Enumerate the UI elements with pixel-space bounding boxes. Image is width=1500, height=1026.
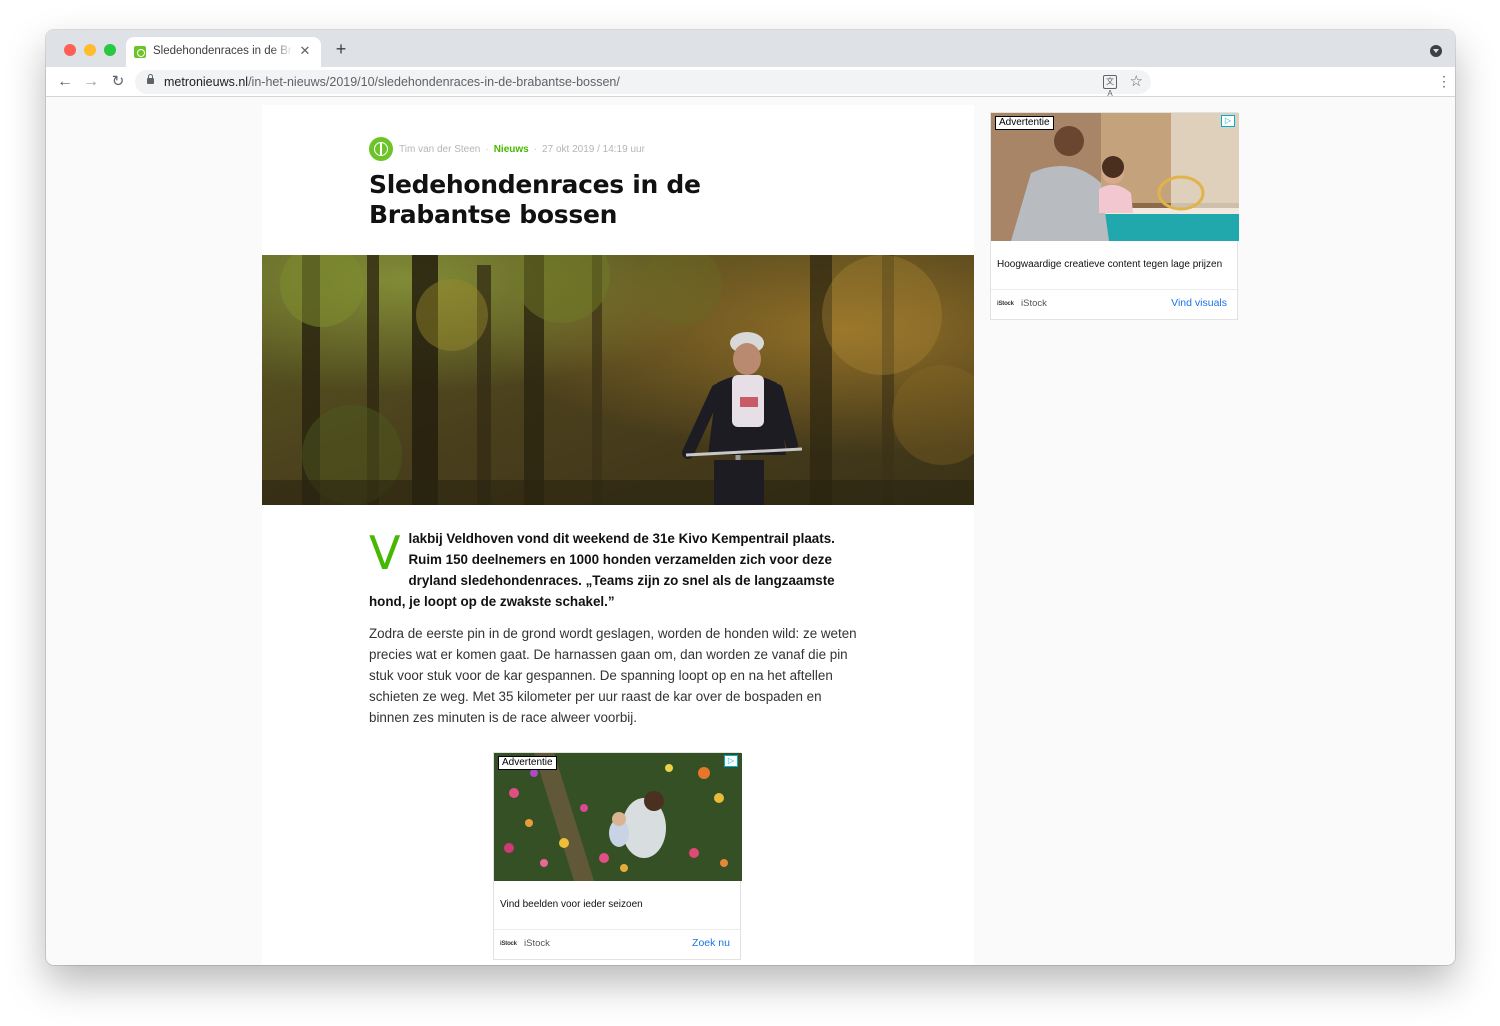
browser-toolbar: ← → ↻ metronieuws.nl/in-het-nieuws/2019/…	[46, 67, 1455, 98]
tab-active[interactable]: Sledehondenraces in de Brabantse bossen …	[126, 37, 321, 67]
byline-separator: ·	[485, 143, 489, 155]
bookmark-star-icon[interactable]: ☆	[1130, 72, 1143, 90]
minimize-window-button[interactable]	[84, 44, 96, 56]
maximize-window-button[interactable]	[104, 44, 116, 56]
new-tab-button[interactable]: +	[332, 40, 350, 58]
url-path: /in-het-nieuws/2019/10/sledehondenraces-…	[248, 75, 620, 89]
mountain-biker-forest-photo	[262, 255, 974, 505]
istock-logo: iStock	[997, 301, 1014, 307]
tab-title: Sledehondenraces in de Brabantse bossen	[153, 45, 293, 57]
url-text[interactable]: metronieuws.nl/in-het-nieuws/2019/10/sle…	[164, 75, 620, 89]
browser-window: Sledehondenraces in de Brabantse bossen …	[46, 30, 1455, 965]
adchoices-icon[interactable]: ▷	[724, 755, 738, 767]
back-button[interactable]: ←	[55, 72, 75, 92]
tab-strip: Sledehondenraces in de Brabantse bossen …	[46, 30, 1455, 67]
istock-logo: iStock	[500, 941, 517, 947]
tab-search-icon[interactable]	[1430, 45, 1442, 57]
address-bar[interactable]: metronieuws.nl/in-het-nieuws/2019/10/sle…	[135, 70, 1151, 98]
browser-menu-icon[interactable]: ⋮	[1437, 73, 1451, 89]
site-favicon-icon	[134, 46, 146, 58]
page-viewport[interactable]: Tim van der Steen · Nieuws · 27 okt 2019…	[46, 97, 1455, 965]
url-host: metronieuws.nl	[164, 75, 249, 89]
article-paragraph: Zodra de eerste pin in de grond wordt ge…	[369, 626, 857, 725]
hero-image	[262, 255, 974, 505]
forward-button[interactable]: →	[81, 72, 101, 92]
lock-icon[interactable]	[147, 74, 154, 84]
ad-text[interactable]: Hoogwaardige creatieve content tegen lag…	[997, 259, 1233, 270]
byline: Tim van der Steen · Nieuws · 27 okt 2019…	[369, 137, 645, 161]
category-link[interactable]: Nieuws	[494, 144, 529, 155]
translate-icon[interactable]: 文A	[1103, 75, 1117, 98]
author-name[interactable]: Tim van der Steen	[399, 144, 480, 155]
reload-button[interactable]: ↻	[108, 72, 128, 92]
ad-image[interactable]	[991, 113, 1239, 241]
ad-brand: iStock	[524, 938, 550, 949]
garden-flowers-photo	[494, 753, 742, 881]
ad-label: Advertentie	[995, 116, 1054, 130]
family-drawing-photo	[991, 113, 1239, 241]
sidebar-ad[interactable]: Advertentie ▷ Hoogwaardige creatieve con…	[990, 112, 1239, 320]
lead-dropcap: V	[369, 526, 401, 580]
byline-separator: ·	[533, 143, 538, 155]
ad-image[interactable]	[494, 753, 742, 881]
ad-text[interactable]: Vind beelden voor ieder seizoen	[500, 899, 736, 910]
article-lead: Vlakbij Veldhoven vond dit weekend de 31…	[369, 528, 865, 612]
ad-label: Advertentie	[498, 756, 557, 770]
ad-cta-link[interactable]: Vind visuals	[1171, 297, 1227, 309]
adchoices-icon[interactable]: ▷	[1221, 115, 1235, 127]
close-window-button[interactable]	[64, 44, 76, 56]
ad-footer: iStock iStock Vind visuals	[991, 289, 1239, 320]
tab-close-icon[interactable]: ✕	[297, 43, 313, 59]
author-avatar[interactable]	[369, 137, 393, 161]
article-title: Sledehondenraces in de Brabantse bossen	[369, 170, 701, 229]
lead-text: lakbij Veldhoven vond dit weekend de 31e…	[369, 531, 835, 609]
ad-cta-link[interactable]: Zoek nu	[692, 937, 730, 949]
publish-date: 27 okt 2019 / 14:19 uur	[542, 143, 645, 155]
inline-ad[interactable]: Advertentie ▷ Vind beelden voor ieder se…	[493, 752, 742, 960]
ad-brand: iStock	[1021, 298, 1047, 309]
ad-footer: iStock iStock Zoek nu	[494, 929, 742, 960]
